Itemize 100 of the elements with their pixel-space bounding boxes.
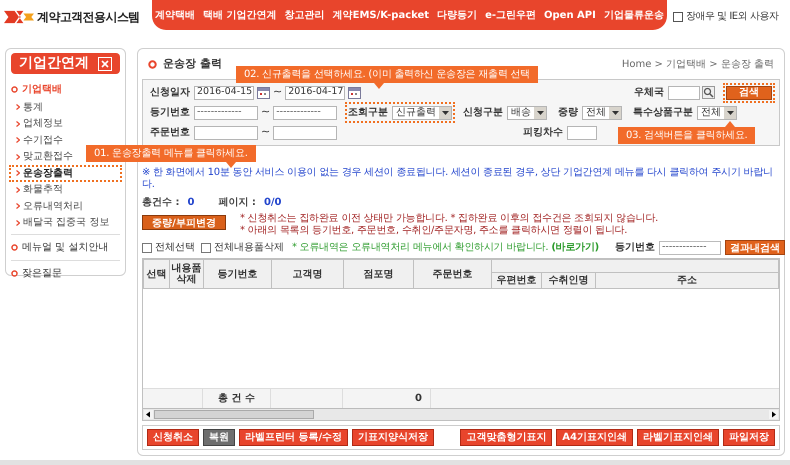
nav-link[interactable]: Open API [540, 8, 600, 22]
calendar-icon[interactable] [257, 86, 270, 98]
notice-text: * 오류내역은 오류내역처리 메뉴에서 확인하시기 바랍니다. [292, 241, 548, 255]
field-label: 등기번호 [150, 106, 190, 120]
sidebar-item[interactable]: 운송장출력 [9, 165, 122, 182]
chevron-icon [16, 170, 20, 176]
sidebar-title: 기업간연계 [19, 54, 89, 73]
action-button[interactable]: 파일저장 [723, 429, 775, 446]
checkbox[interactable] [201, 242, 211, 252]
breadcrumb: Home > 기업택배 > 운송장 출력 [622, 58, 774, 72]
action-button[interactable]: 라벨프린터 등록/수정 [239, 429, 348, 446]
select-field[interactable]: 신규출력 [392, 106, 452, 120]
calendar-icon[interactable] [348, 86, 362, 98]
nav-link[interactable]: 창고관리 [280, 8, 329, 22]
field-label: 피킹차수 [523, 126, 563, 140]
caret-icon [724, 106, 736, 118]
select-field[interactable]: 배송 [507, 106, 548, 120]
input-field[interactable] [273, 126, 338, 140]
select-field[interactable]: 전체 [697, 106, 738, 120]
summary-value: 0 [187, 196, 194, 210]
horizontal-scrollbar[interactable] [143, 408, 779, 420]
field-label: 조회구분 [348, 106, 388, 120]
field-label: 주문번호 [150, 126, 190, 140]
pointer-icon [725, 121, 736, 127]
bullet-icon [11, 86, 18, 93]
pointer-icon [374, 83, 384, 89]
scroll-left-icon[interactable] [144, 410, 153, 419]
column-header: 주문번호 [414, 260, 492, 288]
checkbox-label: 전체내용품삭제 [214, 241, 284, 255]
field-label: 신청일자 [150, 86, 190, 100]
select-field[interactable]: 전체 [582, 106, 622, 120]
column-header: 선택 [144, 260, 170, 288]
session-notice: ※ 한 화면에서 10분 동안 서비스 이용이 없는 경우 세션이 종료됩니다. 세션이 종료된 경우, 상단 기업간연계 메뉴를 다시 클릭하여 주시기 바랍니다. [142, 167, 774, 191]
summary-label: 총건수 : [142, 196, 180, 210]
sidebar-item[interactable]: 배달국 집중국 정보 [11, 214, 112, 231]
field-label: 등기번호 [614, 241, 655, 255]
range-separator: ~ [261, 124, 270, 140]
range-separator: ~ [273, 84, 282, 100]
column-header: 고객명 [272, 260, 344, 288]
sidebar-item[interactable]: 수기접수 [11, 132, 65, 148]
nav-link[interactable]: 택배 기업간연계 [199, 8, 281, 22]
sidebar-item[interactable]: 업체정보 [11, 116, 65, 132]
weight-button[interactable]: 중량/부피변경 [142, 215, 226, 230]
search-button[interactable]: 검색 [726, 86, 772, 100]
action-button[interactable]: 고객맞춤형기표지 [460, 429, 552, 446]
bullet-icon [11, 270, 18, 277]
bullet-icon [148, 60, 157, 68]
page-title: 운송장 출력 [163, 56, 222, 72]
input-field[interactable]: ------------- [194, 106, 258, 120]
date-field[interactable]: 2016-04-17 [285, 86, 346, 100]
field-label: 특수상품구분 [633, 106, 694, 120]
chevron-icon [16, 104, 20, 110]
checkbox-label: 장애우 및 IE외 사용자 [686, 10, 778, 24]
shortcut-link[interactable]: (바로가기) [551, 240, 599, 255]
sidebar-section[interactable]: 기업택배 [22, 82, 62, 97]
action-button[interactable]: A4기표지인쇄 [556, 429, 633, 446]
input-field[interactable] [567, 126, 597, 140]
input-field[interactable] [194, 126, 258, 140]
chevron-icon [16, 120, 20, 127]
checkbox[interactable] [142, 242, 152, 252]
sidebar-section[interactable]: 잦은질문 [22, 266, 62, 281]
date-field[interactable]: 2016-04-15 [194, 86, 254, 100]
sidebar-section[interactable]: 메뉴얼 및 설치안내 [22, 240, 108, 255]
caret-icon [609, 106, 622, 118]
action-button[interactable]: 복원 [203, 429, 235, 446]
range-separator: ~ [261, 104, 270, 120]
close-icon[interactable] [98, 56, 112, 70]
result-search-button[interactable]: 결과내검색 [724, 240, 785, 255]
input-field[interactable] [668, 86, 700, 100]
nav-link[interactable]: 기업물류운송 [600, 8, 668, 22]
nav-link[interactable]: e-그린우편 [481, 8, 540, 22]
nav-link[interactable]: 다량등기 [433, 8, 482, 22]
summary-value: 0/0 [264, 196, 282, 210]
sidebar-item[interactable]: 통계 [11, 99, 45, 116]
action-button[interactable]: 라벨기표지인쇄 [637, 429, 719, 446]
field-label: 중량 [558, 106, 578, 120]
field-label: 우체국 [634, 86, 664, 100]
column-header: 우편번호 [492, 272, 542, 288]
nav-link[interactable]: 계약택배 [151, 8, 200, 22]
column-header: 등기번호 [204, 260, 272, 288]
scroll-right-icon[interactable] [769, 410, 778, 419]
nav-link[interactable]: 계약EMS/K-packet [328, 8, 434, 22]
logo-text: 계약고객전용시스템 [37, 9, 140, 26]
column-header: 내용품삭제 [170, 260, 204, 288]
chevron-icon [16, 186, 20, 193]
logo-icon [4, 9, 34, 25]
summary-label: 페이지 : [218, 196, 256, 210]
column-header: 점포명 [344, 260, 414, 288]
caret-icon [439, 106, 452, 118]
action-button[interactable]: 신청취소 [147, 429, 199, 446]
input-field[interactable]: ------------- [273, 106, 338, 120]
chevron-icon [16, 137, 20, 144]
sidebar-item[interactable]: 화물추적 [11, 182, 65, 198]
notice-text: * 신청취소는 집하완료 이전 상태만 가능합니다. * 집하완료 이후의 접수건은 조회되지 않습니다. [240, 213, 658, 225]
sidebar-item[interactable]: 맞교환접수 [11, 148, 75, 165]
search-icon[interactable] [702, 86, 715, 99]
action-button[interactable]: 기표지양식저장 [352, 429, 434, 446]
input-field[interactable]: ------------- [658, 240, 721, 254]
sidebar-item[interactable]: 오류내역처리 [11, 198, 85, 214]
checkbox[interactable] [673, 12, 683, 22]
